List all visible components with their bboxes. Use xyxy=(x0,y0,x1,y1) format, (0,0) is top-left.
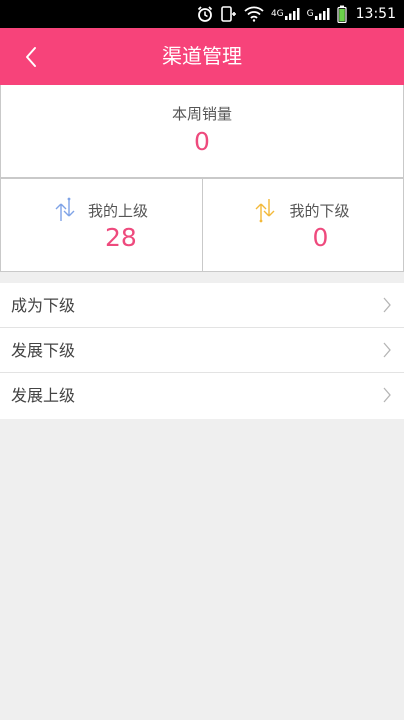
status-time: 13:51 xyxy=(355,6,396,22)
my-superiors-card[interactable]: 我的上级 28 xyxy=(1,179,202,271)
signal-g-label: G xyxy=(306,9,314,19)
weekly-sales-card: 本周销量 0 xyxy=(0,85,404,178)
my-superiors-value: 28 xyxy=(105,223,137,252)
menu-item-label: 成为下级 xyxy=(11,296,76,315)
page-title: 渠道管理 xyxy=(162,44,242,68)
menu-item-develop-subordinates[interactable]: 发展下级 xyxy=(0,328,404,373)
weekly-sales-label: 本周销量 xyxy=(171,105,232,123)
arrows-up-down-icon xyxy=(253,196,277,228)
alarm-icon xyxy=(196,5,214,23)
my-subordinates-card[interactable]: 我的下级 0 xyxy=(201,179,404,271)
app-header: 渠道管理 xyxy=(0,28,404,85)
my-subordinates-label: 我的下级 xyxy=(289,202,350,220)
menu-item-develop-superiors[interactable]: 发展上级 xyxy=(0,373,404,419)
menu-item-label: 发展上级 xyxy=(11,386,76,405)
menu-item-label: 发展下级 xyxy=(11,341,76,360)
my-subordinates-value: 0 xyxy=(312,223,329,252)
relations-row: 我的上级 28 我的下级 0 xyxy=(0,178,404,272)
status-bar: 4G G 13:51 xyxy=(0,0,404,28)
weekly-sales-value: 0 xyxy=(194,127,210,156)
arrows-up-down-icon xyxy=(53,196,77,228)
signal-4g-label: 4G xyxy=(270,9,284,19)
battery-icon xyxy=(337,5,347,23)
chevron-right-icon xyxy=(383,297,391,313)
signal-4g-icon: 4G xyxy=(271,7,300,21)
status-icons: 4G G 13:51 xyxy=(196,0,396,28)
chevron-right-icon xyxy=(383,342,391,358)
phone-data-icon xyxy=(221,5,237,23)
menu-item-become-subordinate[interactable]: 成为下级 xyxy=(0,283,404,328)
signal-g-icon: G xyxy=(307,7,330,21)
menu-list: 成为下级 发展下级 发展上级 xyxy=(0,283,404,419)
wifi-icon xyxy=(244,6,264,22)
my-superiors-label: 我的上级 xyxy=(88,202,149,220)
chevron-right-icon xyxy=(383,387,391,403)
